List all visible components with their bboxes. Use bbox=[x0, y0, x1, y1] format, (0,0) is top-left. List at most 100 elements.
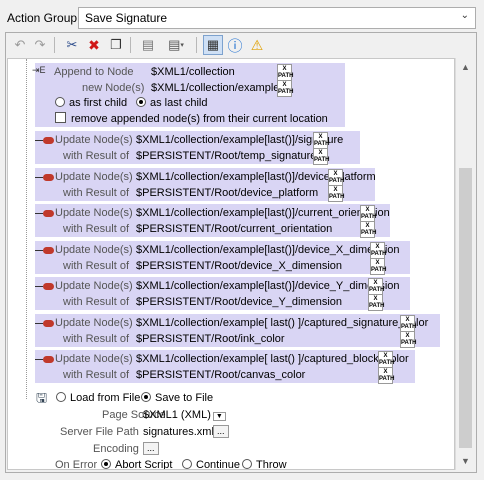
paste-button[interactable]: ▤ bbox=[138, 35, 158, 55]
xpath-button[interactable]: X PATH bbox=[400, 314, 416, 332]
save-label: Save to File bbox=[155, 392, 214, 404]
append-icon: ⇥E bbox=[32, 65, 46, 75]
update-label: Update Node(s) bbox=[55, 170, 133, 183]
server-file-path-value: signatures.xml bbox=[143, 426, 214, 438]
update-label: Update Node(s) bbox=[55, 207, 133, 219]
new-nodes-path: $XML1/collection/example[1] bbox=[151, 82, 292, 94]
update-path: $XML1/collection/example[ last() ]/captu… bbox=[136, 353, 409, 365]
first-child-radio[interactable]: as first child bbox=[55, 97, 127, 109]
copy-button[interactable]: ❐ bbox=[106, 35, 126, 55]
update-path: $XML1/collection/example[ last() ]/captu… bbox=[136, 316, 429, 329]
step-marker-icon bbox=[35, 210, 54, 217]
step-marker-icon bbox=[35, 173, 54, 181]
continue-label: Continue bbox=[196, 459, 241, 470]
with-result-label: with Result of bbox=[63, 332, 130, 345]
step-marker-icon bbox=[35, 137, 54, 144]
browse-file-button[interactable]: ... bbox=[213, 425, 229, 438]
step-marker-icon bbox=[35, 283, 54, 290]
browse-label: ... bbox=[213, 425, 229, 438]
with-result-label: with Result of bbox=[63, 369, 130, 381]
append-path: $XML1/collection bbox=[151, 66, 235, 78]
warning-icon[interactable]: ⚠ bbox=[247, 35, 267, 55]
action-group-label: Action Group: bbox=[7, 11, 81, 25]
info-icon[interactable]: ⓘ bbox=[225, 35, 245, 55]
abort-script-radio[interactable]: Abort Script bbox=[101, 459, 173, 470]
remove-label: remove appended node(s) from their curre… bbox=[71, 113, 328, 125]
xpath-button[interactable]: X PATH bbox=[368, 278, 384, 295]
new-nodes-label: new Node(s) bbox=[82, 82, 145, 94]
action-group-value: Save Signature bbox=[85, 11, 168, 25]
load-label: Load from File bbox=[70, 392, 141, 404]
with-result-label: with Result of bbox=[63, 259, 130, 272]
scrollbar-thumb[interactable] bbox=[459, 168, 472, 448]
throw-label: Throw bbox=[256, 459, 287, 470]
vertical-scrollbar[interactable]: ▲ ▼ bbox=[455, 58, 475, 470]
file-icon: 🖫 bbox=[36, 390, 48, 405]
continue-radio[interactable]: Continue bbox=[182, 459, 241, 470]
xpath-button[interactable]: X PATH bbox=[368, 294, 384, 311]
script-step-list: ⇥E Append to Node $XML1/collection X PATH… bbox=[7, 58, 455, 470]
step-marker-icon bbox=[35, 356, 54, 363]
update-path: $XML1/collection/example[last()]/device_… bbox=[136, 243, 400, 256]
update-value: $PERSISTENT/Root/temp_signature bbox=[136, 150, 317, 162]
xpath-button[interactable]: X PATH bbox=[378, 367, 394, 384]
undo-button[interactable]: ↶ bbox=[10, 35, 30, 55]
remove-checkbox[interactable]: remove appended node(s) from their curre… bbox=[55, 112, 328, 125]
page-source-select[interactable]: $XML1 (XML) ▼ bbox=[143, 409, 226, 421]
scroll-up-icon[interactable]: ▲ bbox=[456, 58, 475, 76]
load-from-file-radio[interactable]: Load from File bbox=[56, 392, 140, 404]
update-label: Update Node(s) bbox=[55, 243, 133, 256]
xpath-button[interactable]: X PATH bbox=[378, 351, 394, 368]
delete-button[interactable]: ✖ bbox=[84, 35, 104, 55]
xpath-button[interactable]: X PATH bbox=[370, 241, 386, 259]
update-value: $PERSISTENT/Root/ink_color bbox=[136, 332, 285, 345]
xpath-button[interactable]: X PATH bbox=[277, 80, 293, 97]
xpath-button[interactable]: X PATH bbox=[360, 205, 376, 222]
update-value: $PERSISTENT/Root/device_platform bbox=[136, 186, 319, 199]
step-marker-icon bbox=[35, 319, 54, 327]
update-label: Update Node(s) bbox=[55, 280, 133, 292]
first-child-label: as first child bbox=[69, 97, 128, 109]
scroll-down-icon[interactable]: ▼ bbox=[456, 452, 475, 470]
xpath-button[interactable]: X PATH bbox=[313, 132, 329, 149]
with-result-label: with Result of bbox=[63, 150, 130, 162]
xpath-button[interactable]: X PATH bbox=[313, 148, 329, 165]
xpath-button[interactable]: X PATH bbox=[370, 257, 386, 275]
server-file-path-label: Server File Path bbox=[60, 426, 139, 438]
on-error-label: On Error bbox=[55, 459, 98, 470]
toolbar: ↶ ↷ ✂ ✖ ❐ ▤ ▤ ▾ ▦ ⓘ ⚠ bbox=[6, 33, 476, 57]
encoding-browse-label: ... bbox=[143, 442, 159, 455]
cut-button[interactable]: ✂ bbox=[62, 35, 82, 55]
update-path: $XML1/collection/example[last()]/device_… bbox=[136, 280, 400, 292]
update-value: $PERSISTENT/Root/device_Y_dimension bbox=[136, 296, 343, 308]
with-result-label: with Result of bbox=[63, 186, 130, 199]
encoding-button[interactable]: ... bbox=[143, 442, 159, 455]
with-result-label: with Result of bbox=[63, 296, 130, 308]
throw-radio[interactable]: Throw bbox=[242, 459, 287, 470]
xpath-button[interactable]: X PATH bbox=[328, 168, 344, 186]
paste-special-button[interactable]: ▤ ▾ bbox=[162, 35, 190, 55]
update-label: Update Node(s) bbox=[55, 134, 133, 146]
xpath-button[interactable]: X PATH bbox=[360, 221, 376, 238]
encoding-label: Encoding bbox=[93, 443, 139, 455]
update-label: Update Node(s) bbox=[55, 316, 133, 329]
action-group-select[interactable]: Save Signature ⌄ bbox=[78, 7, 476, 29]
step-marker-icon bbox=[35, 246, 54, 254]
grid-button[interactable]: ▦ bbox=[203, 35, 223, 55]
xpath-button[interactable]: X PATH bbox=[400, 330, 416, 348]
update-label: Update Node(s) bbox=[55, 353, 133, 365]
page-source-value: $XML1 (XML) bbox=[143, 409, 211, 421]
last-child-radio[interactable]: as last child bbox=[136, 97, 207, 109]
append-title: Append to Node bbox=[54, 66, 134, 78]
xpath-button[interactable]: X PATH bbox=[328, 184, 344, 202]
redo-button[interactable]: ↷ bbox=[30, 35, 50, 55]
update-value: $PERSISTENT/Root/device_X_dimension bbox=[136, 259, 343, 272]
abort-label: Abort Script bbox=[115, 459, 173, 470]
last-child-label: as last child bbox=[150, 97, 208, 109]
update-path: $XML1/collection/example[last()]/current… bbox=[136, 207, 390, 219]
with-result-label: with Result of bbox=[63, 223, 130, 235]
save-to-file-radio[interactable]: Save to File bbox=[141, 392, 213, 404]
xpath-button[interactable]: X PATH bbox=[277, 64, 293, 81]
chevron-down-icon: ⌄ bbox=[460, 10, 469, 21]
update-value: $PERSISTENT/Root/current_orientation bbox=[136, 223, 333, 235]
